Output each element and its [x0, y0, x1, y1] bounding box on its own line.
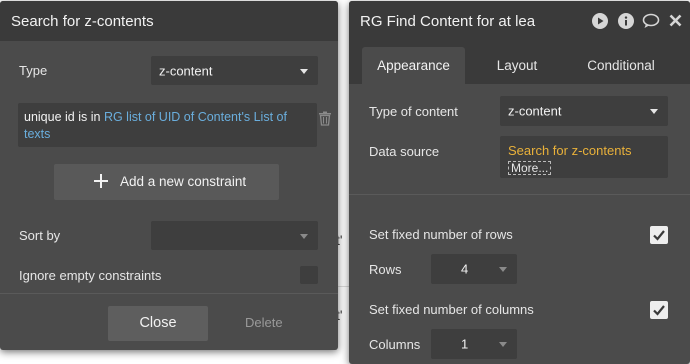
panel-header[interactable]: Search for z-contents: [0, 1, 338, 41]
sort-by-dropdown[interactable]: [151, 221, 318, 250]
chevron-down-icon: [300, 68, 308, 74]
tab-layout[interactable]: Layout: [479, 47, 555, 84]
comment-icon[interactable]: [642, 13, 660, 32]
close-button[interactable]: Close: [108, 306, 208, 341]
rows-value: 4: [461, 261, 469, 277]
repeating-group-property-editor: RG Find Content for at lea Appearance La…: [349, 1, 690, 364]
columns-label: Columns: [369, 337, 421, 352]
search-editor-panel: Search for z-contents Type z-content uni…: [0, 1, 338, 350]
more-button[interactable]: More...: [508, 161, 552, 175]
trash-icon[interactable]: [318, 111, 332, 129]
chevron-down-icon: [650, 109, 658, 114]
add-constraint-label: Add a new constraint: [120, 174, 247, 189]
panel-title: RG Find Content for at lea: [360, 13, 536, 30]
ignore-empty-label: Ignore empty constraints: [19, 268, 162, 283]
rows-label: Rows: [369, 262, 402, 277]
checkmark-icon: [653, 305, 665, 316]
data-source-value[interactable]: Search for z-contents: [508, 143, 632, 158]
chevron-down-icon: [499, 267, 507, 272]
play-icon[interactable]: [592, 13, 608, 32]
delete-button[interactable]: Delete: [245, 315, 283, 330]
info-icon[interactable]: [618, 13, 634, 32]
footer-divider: [0, 293, 338, 294]
panel-header[interactable]: RG Find Content for at lea: [349, 1, 690, 41]
constraint-field[interactable]: unique id is in: [24, 110, 100, 124]
type-label: Type: [19, 63, 48, 78]
constraint-row[interactable]: unique id is in RG list of UID of Conten…: [18, 103, 317, 147]
chevron-down-icon: [499, 342, 507, 347]
columns-dropdown[interactable]: 1: [431, 329, 517, 359]
ignore-empty-checkbox[interactable]: [300, 266, 318, 284]
sort-by-label: Sort by: [19, 228, 61, 243]
add-constraint-button[interactable]: Add a new constraint: [54, 164, 279, 200]
data-source-label: Data source: [369, 144, 440, 159]
section-divider: [349, 194, 690, 195]
tab-bar: Appearance Layout Conditional: [349, 41, 690, 84]
constraint-expression[interactable]: unique id is in RG list of UID of Conten…: [24, 109, 309, 143]
panel-title: Search for z-contents: [11, 13, 154, 30]
fixed-columns-label: Set fixed number of columns: [369, 302, 534, 317]
chevron-down-icon: [300, 233, 308, 239]
type-of-content-value: z-content: [508, 103, 562, 119]
fixed-columns-checkbox[interactable]: [650, 301, 668, 319]
tab-conditional[interactable]: Conditional: [574, 47, 668, 84]
close-icon[interactable]: [669, 14, 682, 30]
tab-appearance[interactable]: Appearance: [362, 47, 465, 84]
type-of-content-dropdown[interactable]: z-content: [500, 96, 668, 126]
type-dropdown[interactable]: z-content: [151, 56, 318, 85]
data-source-expression[interactable]: Search for z-contents More...: [500, 136, 668, 178]
columns-value: 1: [461, 336, 469, 352]
plus-icon: [94, 174, 108, 191]
type-dropdown-value: z-content: [159, 63, 213, 78]
type-of-content-label: Type of content: [369, 104, 458, 119]
fixed-rows-label: Set fixed number of rows: [369, 227, 513, 242]
checkmark-icon: [653, 230, 665, 241]
fixed-rows-checkbox[interactable]: [650, 226, 668, 244]
rows-dropdown[interactable]: 4: [431, 254, 517, 284]
